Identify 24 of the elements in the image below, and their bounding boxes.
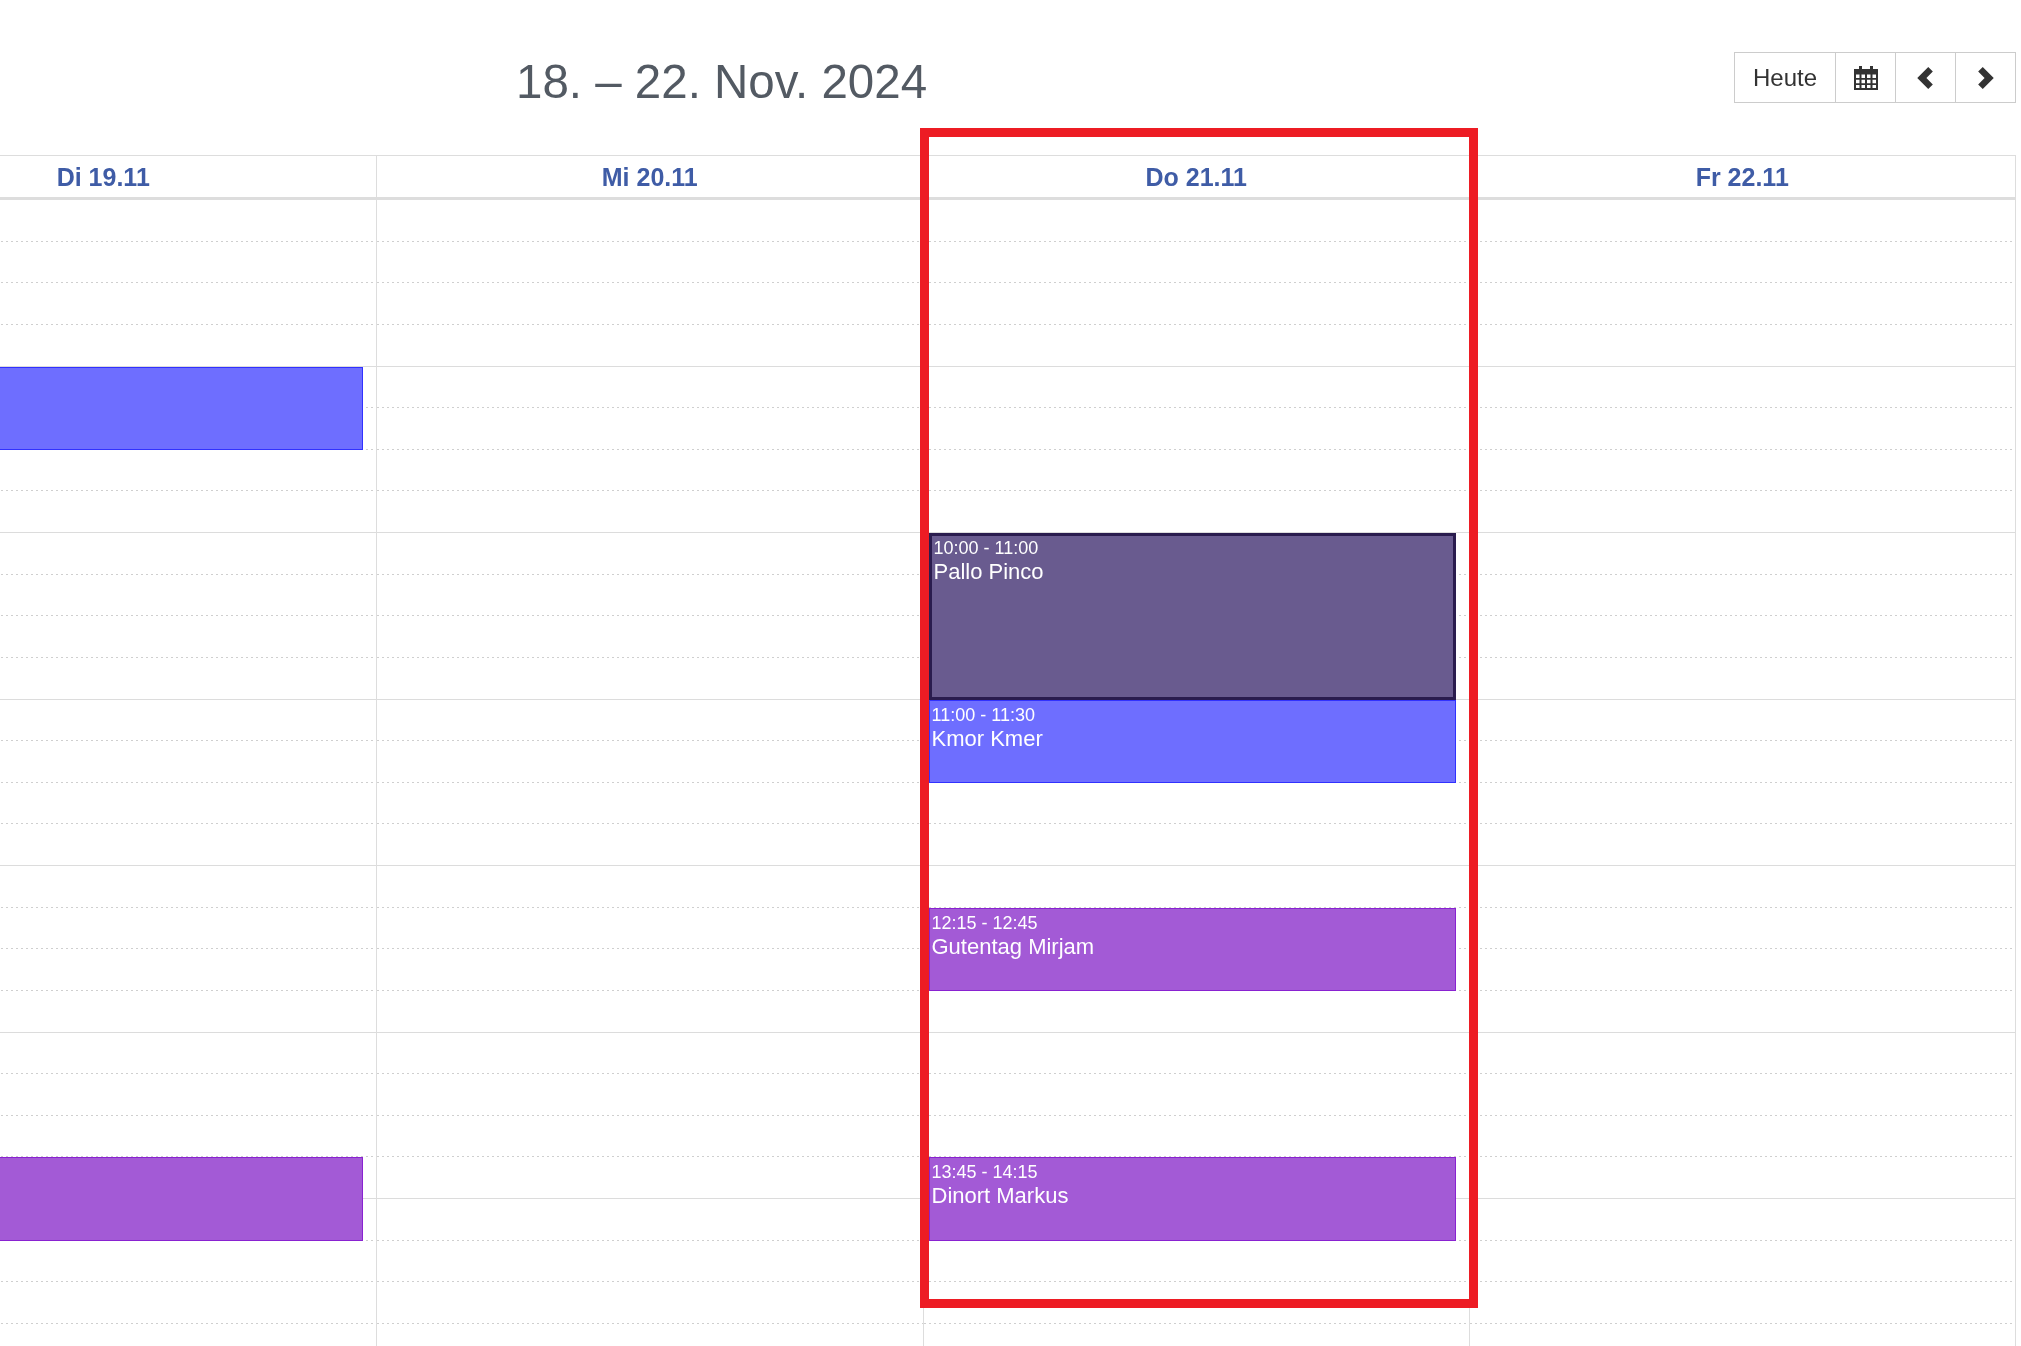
event-title: Pallo Pinco xyxy=(933,559,1045,585)
day-header: Mi 20.11 xyxy=(601,161,698,192)
date-range-title: 18. – 22. Nov. 2024 xyxy=(516,54,928,110)
calendar-event[interactable]: 12:15 - 12:45 Gutentag Mirjam xyxy=(928,907,1456,991)
day-header: Di 19.11 xyxy=(56,161,150,192)
calendar-icon xyxy=(1853,65,1878,90)
next-button[interactable] xyxy=(1955,52,2016,103)
event-time: 12:15 - 12:45 xyxy=(931,912,1039,933)
chevron-left-icon xyxy=(1917,66,1934,89)
calendar-button[interactable] xyxy=(1835,52,1896,103)
previous-button[interactable] xyxy=(1895,52,1956,103)
event-time: 13:45 - 14:15 xyxy=(931,1162,1039,1183)
day-header: Do 21.11 xyxy=(1145,161,1247,192)
event-title: Gutentag Mirjam xyxy=(931,933,1096,960)
event-title: Dinort Markus xyxy=(931,1183,1070,1210)
today-button[interactable]: Heute xyxy=(1734,52,1836,103)
event-time: 10:00 - 11:00 xyxy=(933,538,1040,558)
chevron-right-icon xyxy=(1977,66,1994,89)
calendar-event[interactable]: 10:00 - 11:00 Pallo Pinco xyxy=(928,533,1456,700)
calendar-event[interactable]: 11:00 - 11:30 Kmor Kmer xyxy=(928,699,1456,783)
calendar-event[interactable]: 13:45 - 14:15 Dinort Markus xyxy=(928,1157,1456,1241)
event-time: 11:00 - 11:30 xyxy=(931,704,1036,725)
event-title: Kmor Kmer xyxy=(931,725,1044,752)
day-header: Fr 22.11 xyxy=(1695,161,1789,192)
